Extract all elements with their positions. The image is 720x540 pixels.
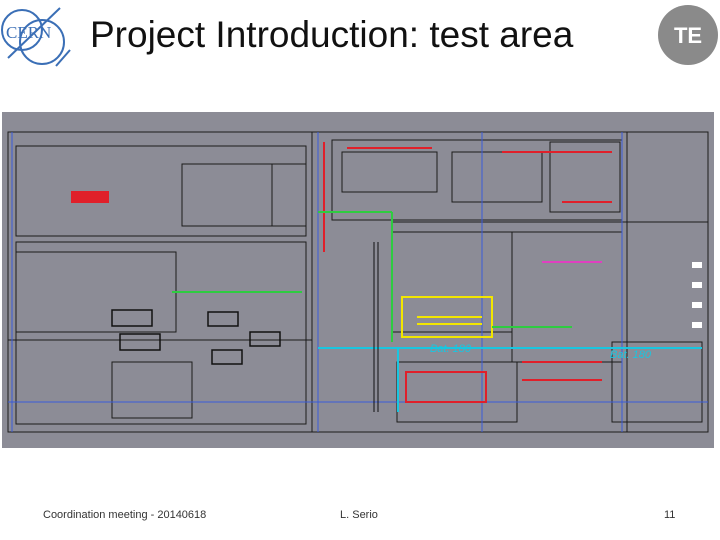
- plan-label-bat-right: Bat. 180: [610, 349, 652, 361]
- te-logo-text: TE: [674, 23, 702, 48]
- footer-author: L. Serio: [340, 509, 378, 521]
- floor-plan-image: Bat. 180 Bat. 180: [2, 112, 714, 448]
- slide-title: Project Introduction: test area: [90, 14, 574, 55]
- te-logo: TE: [658, 5, 718, 65]
- cern-logo: CERN: [1, 7, 71, 67]
- footer-meeting: Coordination meeting - 20140618: [43, 509, 207, 521]
- page-number: 11: [664, 509, 676, 521]
- cern-logo-text: CERN: [6, 23, 51, 42]
- plan-label-bat-left: Bat. 180: [430, 343, 472, 355]
